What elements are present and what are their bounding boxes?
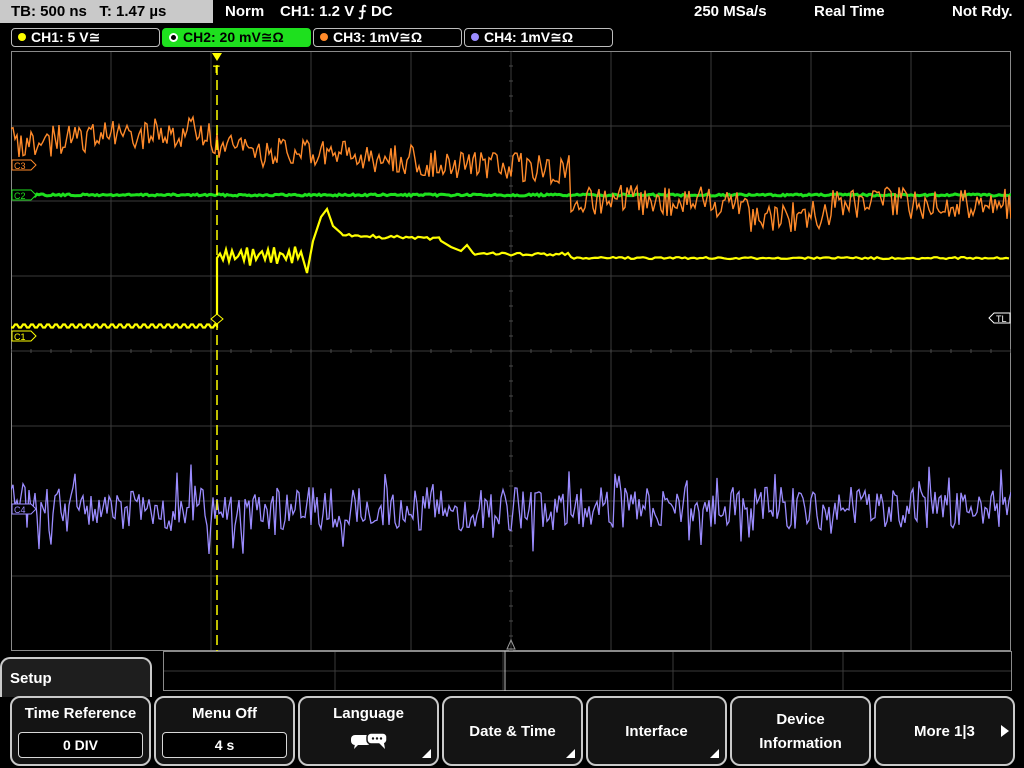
menu-off-softkey[interactable]: Menu Off 4 s — [154, 696, 295, 766]
ch2-dot-icon — [169, 32, 178, 42]
svg-text:C4: C4 — [14, 505, 26, 515]
tab-ch3[interactable]: CH3: 1mV≅Ω — [313, 28, 462, 47]
tab-ch1[interactable]: CH1: 5 V≅ — [11, 28, 160, 47]
svg-text:C2: C2 — [14, 191, 26, 201]
speech-bubbles-icon — [351, 732, 388, 749]
ch1-dot-icon — [18, 33, 26, 42]
more-softkey[interactable]: More 1|3 — [874, 696, 1015, 766]
waveform-display[interactable]: C3 C2 C1 C4 TL T — [11, 51, 1011, 651]
ch3-dot-icon — [320, 33, 328, 42]
menu-off-value: 4 s — [162, 732, 287, 758]
ch3-label: CH3: 1mV≅Ω — [333, 29, 423, 45]
time-reference-softkey[interactable]: Time Reference 0 DIV — [10, 696, 151, 766]
submenu-indicator-icon — [566, 749, 575, 758]
menu-off-label: Menu Off — [192, 705, 257, 722]
device-information-label-2: Information — [759, 735, 842, 752]
svg-text:TL: TL — [996, 314, 1007, 324]
ch2-label: CH2: 20 mV≅Ω — [183, 29, 284, 45]
acquisition-mode: Real Time — [814, 3, 885, 20]
tab-ch4[interactable]: CH4: 1mV≅Ω — [464, 28, 613, 47]
tab-ch2[interactable]: CH2: 20 mV≅Ω — [162, 28, 311, 47]
time-reference-label: Time Reference — [24, 705, 137, 722]
device-information-softkey[interactable]: Device Information — [730, 696, 871, 766]
trigger-info[interactable]: CH1: 1.2 V ⨍ DC — [280, 0, 393, 24]
menu-title-tab: Setup — [0, 657, 152, 697]
status-bar: TB: 500 ns T: 1.47 µs Norm CH1: 1.2 V ⨍ … — [0, 0, 1024, 24]
ch4-dot-icon — [471, 33, 479, 42]
language-label: Language — [333, 705, 404, 722]
ch1-label: CH1: 5 V≅ — [31, 29, 101, 45]
sample-rate: 250 MSa/s — [694, 3, 767, 20]
submenu-indicator-icon — [710, 749, 719, 758]
interface-softkey[interactable]: Interface — [586, 696, 727, 766]
next-page-arrow-icon — [1001, 725, 1009, 737]
more-label: More 1|3 — [914, 723, 975, 740]
timebase-readout[interactable]: TB: 500 ns T: 1.47 µs — [0, 0, 213, 23]
zoom-overview-strip — [163, 651, 1012, 691]
date-time-softkey[interactable]: Date & Time — [442, 696, 583, 766]
time-position-value: T: 1.47 µs — [99, 3, 167, 20]
svg-text:C1: C1 — [14, 332, 26, 342]
svg-text:T: T — [213, 64, 220, 76]
language-softkey[interactable]: Language — [298, 696, 439, 766]
acquisition-state: Not Rdy. — [952, 3, 1013, 20]
menu-title: Setup — [10, 670, 52, 687]
trigger-mode[interactable]: Norm — [225, 0, 264, 24]
timebase-value: TB: 500 ns — [11, 3, 87, 20]
interface-label: Interface — [625, 723, 688, 740]
time-reference-value: 0 DIV — [18, 732, 143, 758]
ch4-label: CH4: 1mV≅Ω — [484, 29, 574, 45]
device-information-label-1: Device — [776, 711, 825, 728]
date-time-label: Date & Time — [469, 723, 556, 740]
svg-text:C3: C3 — [14, 161, 26, 171]
submenu-indicator-icon — [422, 749, 431, 758]
waveform-canvas[interactable]: C3 C2 C1 C4 TL T — [11, 51, 1011, 651]
